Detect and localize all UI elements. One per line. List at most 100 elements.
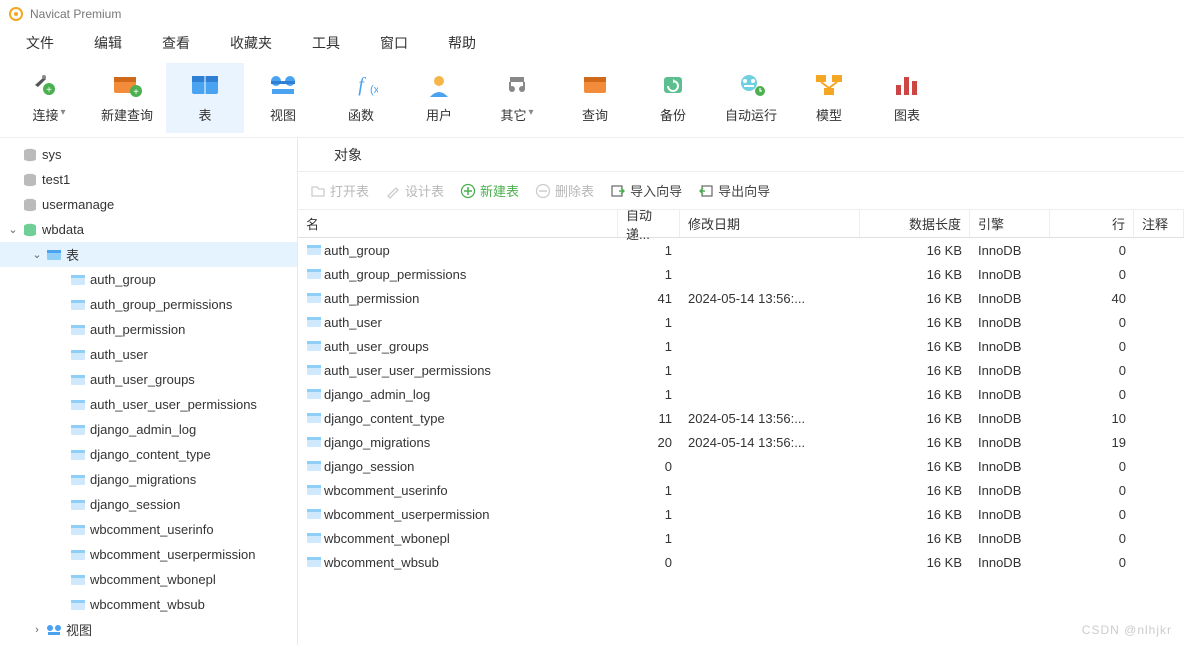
db-test1[interactable]: test1 (0, 167, 297, 192)
cell-engine: InnoDB (970, 310, 1050, 334)
tool-user[interactable]: 用户 (400, 63, 478, 133)
menu-item-0[interactable]: 文件 (14, 29, 66, 57)
tool-label: 模型 (816, 105, 842, 124)
dbchild-视图[interactable]: ›视图 (0, 617, 297, 642)
table-wbcomment_wbsub[interactable]: wbcomment_wbsub (0, 592, 297, 617)
tool-fx[interactable]: f(x)函数 (322, 63, 400, 133)
cell-size: 16 KB (860, 262, 970, 286)
table-icon (306, 315, 324, 329)
cell-name-text: django_session (324, 459, 414, 474)
cell-auto: 11 (618, 406, 680, 430)
col-date[interactable]: 修改日期 (680, 210, 860, 237)
menu-item-3[interactable]: 收藏夹 (218, 29, 284, 57)
table-auth_group[interactable]: auth_group (0, 267, 297, 292)
table-auth_permission[interactable]: auth_permission (0, 317, 297, 342)
tool-other[interactable]: 其它▾ (478, 63, 556, 133)
db-usermanage[interactable]: usermanage (0, 192, 297, 217)
cell-engine: InnoDB (970, 502, 1050, 526)
db-sys[interactable]: sys (0, 142, 297, 167)
sub-minus-button: 删除表 (535, 181, 594, 200)
cell-comment (1134, 550, 1184, 574)
table-django_content_type[interactable]: django_content_type (0, 442, 297, 467)
table-auth_user[interactable]: auth_user (0, 342, 297, 367)
col-rows[interactable]: 行 (1050, 210, 1134, 237)
table-row[interactable]: django_content_type112024-05-14 13:56:..… (298, 406, 1184, 430)
cell-auto: 41 (618, 286, 680, 310)
table-row[interactable]: auth_user_groups116 KBInnoDB0 (298, 334, 1184, 358)
cell-rows: 0 (1050, 310, 1134, 334)
table-row[interactable]: wbcomment_wbsub016 KBInnoDB0 (298, 550, 1184, 574)
tool-table[interactable]: 表 (166, 63, 244, 133)
sub-import-button[interactable]: 导入向导 (610, 181, 682, 200)
tool-plug[interactable]: +连接▾ (10, 63, 88, 133)
table-row[interactable]: auth_group_permissions116 KBInnoDB0 (298, 262, 1184, 286)
tool-auto[interactable]: 自动运行 (712, 63, 790, 133)
table-row[interactable]: auth_group116 KBInnoDB0 (298, 238, 1184, 262)
sub-label: 导出向导 (718, 181, 770, 200)
cell-rows: 0 (1050, 502, 1134, 526)
db-wbdata[interactable]: ⌄wbdata (0, 217, 297, 242)
sub-toolbar: 打开表设计表新建表删除表导入向导导出向导 (298, 172, 1184, 210)
table-row[interactable]: auth_user116 KBInnoDB0 (298, 310, 1184, 334)
cell-date (680, 382, 860, 406)
table-icon (68, 523, 88, 537)
menu-item-2[interactable]: 查看 (150, 29, 202, 57)
table-wbcomment_userpermission[interactable]: wbcomment_userpermission (0, 542, 297, 567)
col-size[interactable]: 数据长度 (860, 210, 970, 237)
tool-backup[interactable]: 备份 (634, 63, 712, 133)
views-icon (44, 623, 64, 637)
cell-name: django_migrations (298, 430, 618, 454)
expand-icon[interactable]: ⌄ (6, 223, 20, 236)
tree-label: django_migrations (88, 472, 196, 487)
cell-date: 2024-05-14 13:56:... (680, 406, 860, 430)
tab-objects[interactable]: 对象 (318, 139, 378, 171)
col-comment[interactable]: 注释 (1134, 210, 1184, 237)
table-row[interactable]: wbcomment_userinfo116 KBInnoDB0 (298, 478, 1184, 502)
col-engine[interactable]: 引擎 (970, 210, 1050, 237)
tool-query[interactable]: 查询 (556, 63, 634, 133)
tool-label: 表 (198, 105, 211, 124)
table-row[interactable]: django_admin_log116 KBInnoDB0 (298, 382, 1184, 406)
sub-plus-button[interactable]: 新建表 (460, 181, 519, 200)
tool-model[interactable]: 模型 (790, 63, 868, 133)
col-name[interactable]: 名 (298, 210, 618, 237)
menu-item-1[interactable]: 编辑 (82, 29, 134, 57)
table-row[interactable]: wbcomment_wbonepl116 KBInnoDB0 (298, 526, 1184, 550)
table-row[interactable]: auth_user_user_permissions116 KBInnoDB0 (298, 358, 1184, 382)
table-row[interactable]: auth_permission412024-05-14 13:56:...16 … (298, 286, 1184, 310)
expand-icon[interactable]: ⌄ (30, 248, 44, 261)
menu-item-6[interactable]: 帮助 (436, 29, 488, 57)
tree-label: django_admin_log (88, 422, 196, 437)
sub-export-button[interactable]: 导出向导 (698, 181, 770, 200)
cell-engine: InnoDB (970, 358, 1050, 382)
tool-chart[interactable]: 图表 (868, 63, 946, 133)
cell-name: wbcomment_wbonepl (298, 526, 618, 550)
table-auth_group_permissions[interactable]: auth_group_permissions (0, 292, 297, 317)
dbchild-表[interactable]: ⌄表 (0, 242, 297, 267)
col-auto[interactable]: 自动递... (618, 210, 680, 237)
table-row[interactable]: wbcomment_userpermission116 KBInnoDB0 (298, 502, 1184, 526)
table-wbcomment_userinfo[interactable]: wbcomment_userinfo (0, 517, 297, 542)
expand-icon[interactable]: › (30, 624, 44, 636)
tree-label: django_session (88, 497, 180, 512)
table-icon (68, 598, 88, 612)
tool-label: 新建查询 (101, 105, 153, 124)
table-row[interactable]: django_session016 KBInnoDB0 (298, 454, 1184, 478)
tool-view[interactable]: 视图 (244, 63, 322, 133)
cell-date: 2024-05-14 13:56:... (680, 430, 860, 454)
cell-rows: 0 (1050, 454, 1134, 478)
cell-rows: 10 (1050, 406, 1134, 430)
app-title: Navicat Premium (30, 7, 121, 21)
table-django_session[interactable]: django_session (0, 492, 297, 517)
tool-newquery[interactable]: +新建查询 (88, 63, 166, 133)
table-auth_user_groups[interactable]: auth_user_groups (0, 367, 297, 392)
table-row[interactable]: django_migrations202024-05-14 13:56:...1… (298, 430, 1184, 454)
table-django_migrations[interactable]: django_migrations (0, 467, 297, 492)
plus-icon (460, 183, 476, 199)
menu-item-5[interactable]: 窗口 (368, 29, 420, 57)
table-auth_user_user_permissions[interactable]: auth_user_user_permissions (0, 392, 297, 417)
menu-item-4[interactable]: 工具 (300, 29, 352, 57)
table-django_admin_log[interactable]: django_admin_log (0, 417, 297, 442)
table-icon (306, 267, 324, 281)
table-wbcomment_wbonepl[interactable]: wbcomment_wbonepl (0, 567, 297, 592)
